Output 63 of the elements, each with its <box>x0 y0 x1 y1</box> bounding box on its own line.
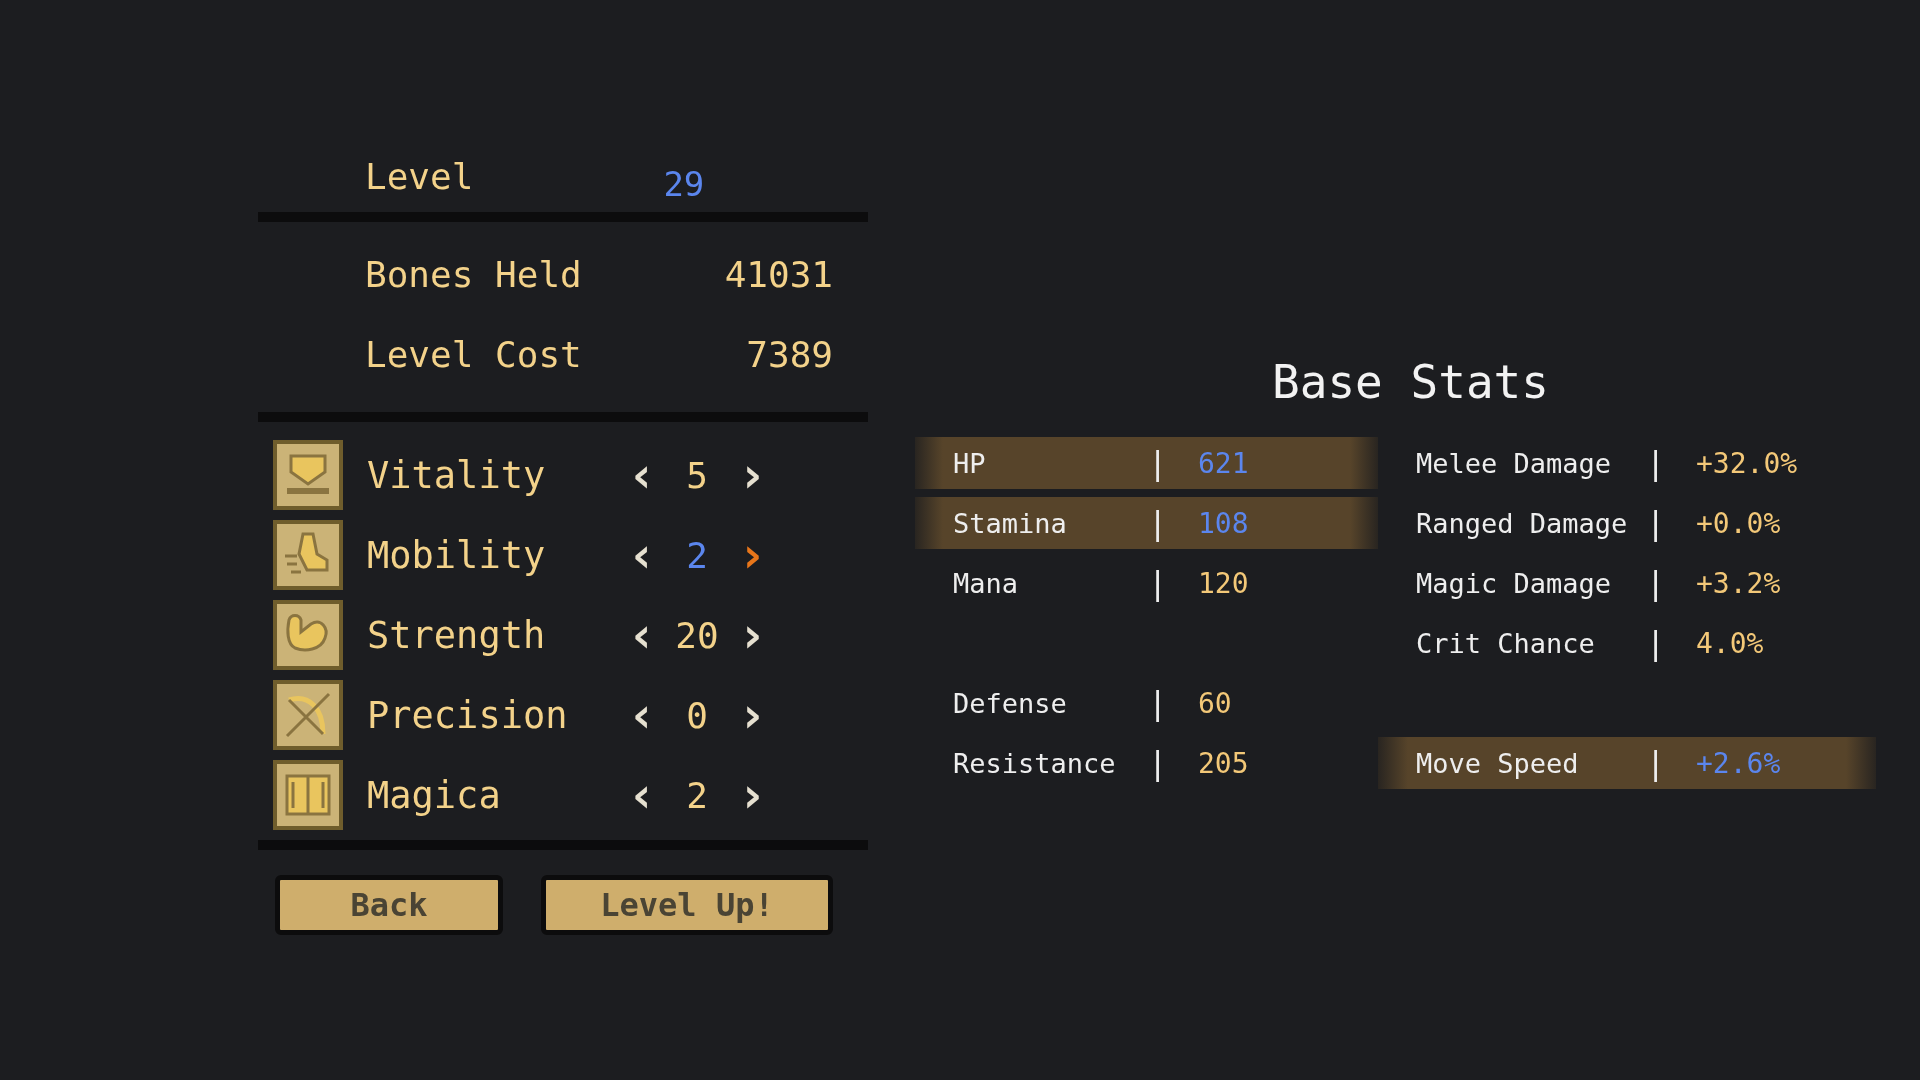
separator: | <box>1646 624 1667 662</box>
level-up-button[interactable]: Level Up! <box>541 875 833 935</box>
stat-label: Mana <box>953 567 1020 599</box>
boot-icon <box>273 520 343 590</box>
attribute-value: 5 <box>685 454 709 496</box>
increase-button[interactable]: › <box>737 450 767 500</box>
increase-button[interactable]: › <box>737 530 767 580</box>
stat-value: 4.0% <box>1696 626 1765 660</box>
attribute-name: Precision <box>367 693 569 737</box>
attribute-name: Magica <box>367 773 502 817</box>
separator: | <box>1148 744 1169 782</box>
separator: | <box>1646 504 1667 542</box>
decrease-button[interactable]: ‹ <box>627 770 657 820</box>
stat-value: 120 <box>1198 566 1250 600</box>
attribute-name: Strength <box>367 613 547 657</box>
summary-value: 41031 <box>724 253 833 295</box>
separator: | <box>1148 504 1169 542</box>
stat-value: 60 <box>1198 686 1233 720</box>
arm-icon <box>273 600 343 670</box>
summary-value: 7389 <box>746 333 833 375</box>
back-button[interactable]: Back <box>275 875 503 935</box>
attribute-value: 2 <box>685 534 709 576</box>
stat-label: Defense <box>953 687 1068 719</box>
attribute-value: 20 <box>674 614 720 656</box>
level-label: Level <box>365 155 474 197</box>
stat-value: +0.0% <box>1696 506 1782 540</box>
summary-label: Bones Held <box>365 253 582 295</box>
separator: | <box>1646 444 1667 482</box>
stat-label: Magic Damage <box>1416 567 1613 599</box>
stat-value: 621 <box>1198 446 1250 480</box>
separator: | <box>1646 744 1667 782</box>
attribute-name: Mobility <box>367 533 547 577</box>
attribute-value: 0 <box>685 694 709 736</box>
attribute-value: 2 <box>685 774 709 816</box>
decrease-button[interactable]: ‹ <box>627 530 657 580</box>
stat-label: Resistance <box>953 747 1117 779</box>
decrease-button[interactable]: ‹ <box>627 610 657 660</box>
attribute-name: Vitality <box>367 453 547 497</box>
stat-value: +2.6% <box>1696 746 1782 780</box>
separator: | <box>1148 684 1169 722</box>
stat-label: Melee Damage <box>1416 447 1613 479</box>
increase-button[interactable]: › <box>737 770 767 820</box>
stat-label: Move Speed <box>1416 747 1580 779</box>
stat-value: 108 <box>1198 506 1250 540</box>
increase-button[interactable]: › <box>737 610 767 660</box>
stat-label: Crit Chance <box>1416 627 1596 659</box>
stat-value: +32.0% <box>1696 446 1799 480</box>
separator: | <box>1148 444 1169 482</box>
stat-value: +3.2% <box>1696 566 1782 600</box>
increase-button[interactable]: › <box>737 690 767 740</box>
separator: | <box>1148 564 1169 602</box>
level-value: 29 <box>663 164 705 204</box>
book-icon <box>273 760 343 830</box>
stat-value: 205 <box>1198 746 1250 780</box>
decrease-button[interactable]: ‹ <box>627 450 657 500</box>
decrease-button[interactable]: ‹ <box>627 690 657 740</box>
stat-label: Stamina <box>953 507 1068 539</box>
section-title: Base Stats <box>1272 355 1549 409</box>
summary-label: Level Cost <box>365 333 582 375</box>
separator: | <box>1646 564 1667 602</box>
stat-label: Ranged Damage <box>1416 507 1629 539</box>
stat-label: HP <box>953 447 987 479</box>
bow-icon <box>273 680 343 750</box>
